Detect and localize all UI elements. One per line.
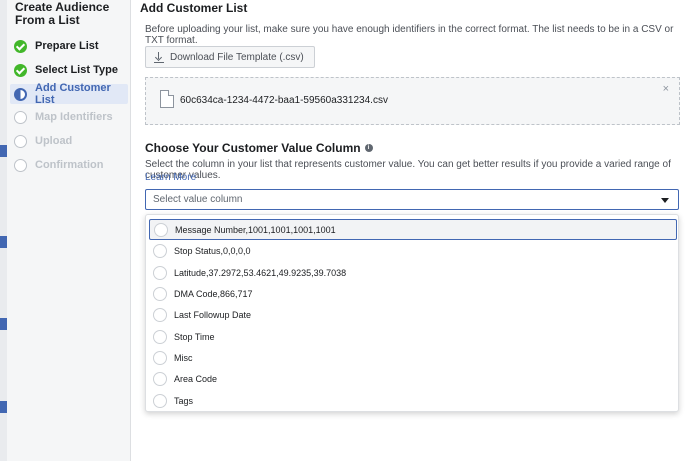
option-label: Area Code [174,373,218,384]
caret-down-icon [661,198,669,203]
download-template-button[interactable]: Download File Template (.csv) [145,46,315,68]
half-circle-icon [14,87,27,101]
value-column-dropdown: Message Number,1001,1001,1001,1001 Stop … [145,214,679,412]
background-fragment [0,145,7,157]
background-fragment [0,236,7,248]
step-map-identifiers: Map Identifiers [10,107,128,127]
intro-text: Before uploading your list, make sure yo… [145,24,674,46]
check-circle-icon [14,63,27,77]
main-panel: Add Customer List Before uploading your … [131,0,700,461]
dropdown-option[interactable]: Misc [149,347,677,368]
step-add-customer-list[interactable]: Add Customer List [10,82,128,106]
option-label: Tags [174,395,194,406]
step-prepare-list[interactable]: Prepare List [10,36,128,56]
dropdown-option[interactable]: Tags [149,390,677,411]
stepper-sidebar: Create Audience From a List Prepare List… [7,0,131,461]
radio-icon [153,265,167,280]
dropdown-option[interactable]: Area Code [149,368,677,389]
step-label: Add Customer List [35,82,111,106]
step-label: Select List Type [35,64,118,76]
empty-circle-icon [14,158,27,172]
step-label: Confirmation [35,159,104,171]
radio-icon [153,329,167,344]
radio-icon [153,243,167,258]
document-icon [160,90,174,108]
option-label: DMA Code,866,717 [174,288,253,299]
step-label: Prepare List [35,40,99,52]
dropdown-option[interactable]: Latitude,37.2972,53.4621,49.9235,39.7038 [149,262,677,283]
page-title: Add Customer List [140,1,248,15]
background-fragment [0,318,7,330]
radio-icon [153,393,167,408]
learn-more-link[interactable]: Learn More [145,172,196,183]
radio-icon [153,286,167,301]
select-placeholder: Select value column [153,194,243,205]
step-label: Upload [35,135,73,147]
value-column-title-text: Choose Your Customer Value Column [145,141,361,155]
option-label: Last Followup Date [174,309,252,320]
option-label: Latitude,37.2972,53.4621,49.9235,39.7038 [174,267,347,278]
dropdown-option[interactable]: Stop Time [149,326,677,347]
download-icon [154,51,164,63]
dropdown-option[interactable]: DMA Code,866,717 [149,283,677,304]
option-label: Stop Time [174,331,215,342]
value-column-select[interactable]: Select value column [145,189,679,210]
sidebar-title: Create Audience From a List [15,0,110,27]
download-template-label: Download File Template (.csv) [170,51,304,63]
step-label: Map Identifiers [35,111,113,123]
radio-icon [154,222,168,237]
info-icon[interactable]: i [364,144,373,152]
uploaded-file-name: 60c634ca-1234-4472-baa1-59560a331234.csv [180,95,388,106]
uploaded-file-box: 60c634ca-1234-4472-baa1-59560a331234.csv… [145,77,680,125]
radio-icon [153,307,167,322]
check-circle-icon [14,39,27,53]
radio-icon [153,371,167,386]
empty-circle-icon [14,134,27,148]
background-fragment [0,401,7,413]
value-column-title: Choose Your Customer Value Column i [145,141,373,155]
step-select-list-type[interactable]: Select List Type [10,60,128,80]
dropdown-option[interactable]: Message Number,1001,1001,1001,1001 [149,219,677,240]
option-label: Message Number,1001,1001,1001,1001 [175,224,336,235]
dropdown-option[interactable]: Last Followup Date [149,304,677,325]
background-page-strip [0,0,7,461]
close-icon[interactable]: × [663,83,669,95]
radio-icon [153,350,167,365]
option-label: Misc [174,352,193,363]
dropdown-option[interactable]: Stop Status,0,0,0,0 [149,240,677,261]
empty-circle-icon [14,110,27,124]
value-column-description: Select the column in your list that repr… [145,159,671,181]
option-label: Stop Status,0,0,0,0 [174,245,251,256]
step-confirmation: Confirmation [10,155,128,175]
step-upload: Upload [10,131,128,151]
